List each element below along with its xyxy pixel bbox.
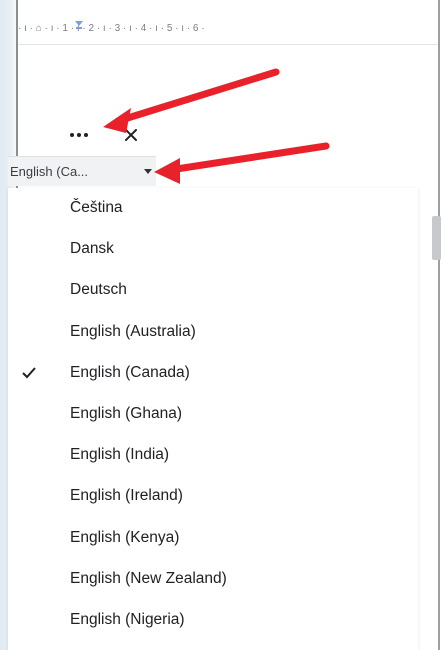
language-option[interactable]: English (India): [8, 435, 408, 475]
language-dropdown-menu: Čeština Dansk Deutsch English (Australia) En…: [8, 188, 441, 650]
language-option[interactable]: English (Ireland): [8, 476, 408, 516]
menu-scrollbar[interactable]: [432, 216, 441, 260]
language-option[interactable]: English (Kenya): [8, 518, 408, 558]
language-option-label: English (Canada): [70, 363, 190, 381]
language-option[interactable]: Dansk: [8, 229, 408, 269]
more-options-button[interactable]: [62, 122, 96, 148]
language-option-label: Čeština: [70, 199, 123, 216]
language-option[interactable]: Čeština: [8, 188, 408, 228]
more-options-icon: [70, 133, 88, 137]
language-option[interactable]: English (Australia): [8, 312, 408, 352]
language-option-label: Deutsch: [70, 281, 127, 299]
language-select-value: English (Ca...: [10, 164, 89, 179]
close-icon: [125, 129, 137, 141]
language-select[interactable]: English (Ca...: [8, 156, 156, 186]
dropdown-caret-icon: [140, 169, 156, 174]
panel-header: [0, 118, 148, 156]
language-option-label: English (India): [70, 446, 170, 464]
language-option[interactable]: Deutsch: [8, 270, 408, 310]
horizontal-ruler[interactable]: · ı · ⌂ · ı · 1 · ı · 2 · ı · 3 · ı · 4 …: [18, 14, 438, 45]
ruler-marks: · ı · ⌂ · ı · 1 · ı · 2 · ı · 3 · ı · 4 …: [18, 23, 205, 34]
language-option[interactable]: English (Nigeria): [8, 600, 408, 640]
language-option[interactable]: English (Canada): [8, 353, 408, 393]
language-option-label: English (Nigeria): [70, 611, 185, 628]
language-option[interactable]: English (New Zealand): [8, 559, 408, 599]
checkmark-icon: [8, 367, 50, 379]
language-option-label: English (Australia): [70, 322, 196, 340]
language-option-label: English (Kenya): [70, 528, 180, 546]
language-option-label: English (Ireland): [70, 487, 183, 505]
close-button[interactable]: [120, 122, 142, 148]
indent-marker-icon[interactable]: [74, 20, 84, 30]
language-option[interactable]: English (Ghana): [8, 394, 408, 434]
language-option-label: English (Ghana): [70, 405, 183, 422]
language-option-label: Dansk: [70, 240, 114, 258]
language-option-label: English (New Zealand): [70, 569, 227, 587]
